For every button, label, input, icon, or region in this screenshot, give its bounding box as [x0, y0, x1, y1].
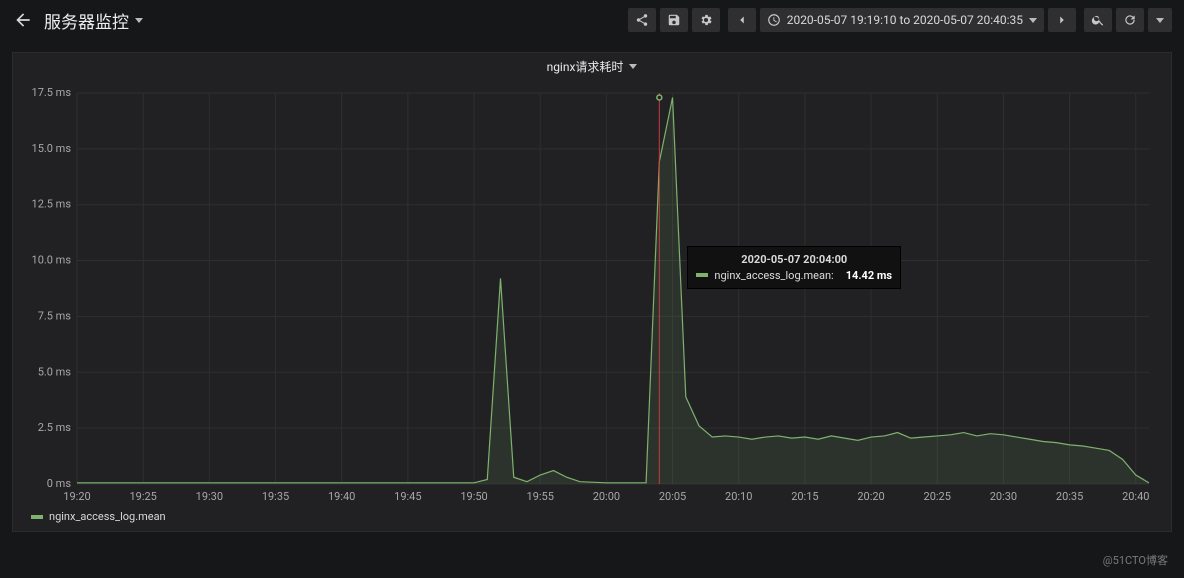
refresh-interval-menu[interactable] [1148, 8, 1172, 32]
legend-swatch [31, 515, 43, 519]
svg-text:20:15: 20:15 [791, 490, 818, 503]
svg-text:20:00: 20:00 [593, 490, 620, 503]
svg-text:0 ms: 0 ms [47, 477, 72, 490]
toolbar-group-actions [628, 8, 720, 32]
chart-panel: nginx请求耗时 0 ms 2.5 ms 5.0 ms 7.5 ms 10.0 ms 1… [12, 52, 1172, 532]
chevron-down-icon [135, 18, 143, 23]
svg-text:19:30: 19:30 [196, 490, 223, 503]
svg-text:12.5 ms: 12.5 ms [32, 198, 72, 211]
panel-title[interactable]: nginx请求耗时 [13, 53, 1171, 79]
settings-button[interactable] [692, 8, 720, 32]
top-navbar: 服务器监控 2020-05-07 19:19:10 to 2020-05-07 … [0, 0, 1184, 40]
save-button[interactable] [660, 8, 688, 32]
toolbar-group-time: 2020-05-07 19:19:10 to 2020-05-07 20:40:… [728, 8, 1076, 32]
time-range-picker[interactable]: 2020-05-07 19:19:10 to 2020-05-07 20:40:… [760, 8, 1044, 32]
chevron-down-icon [1156, 18, 1164, 23]
dashboard-title-text: 服务器监控 [44, 8, 129, 33]
line-chart: 0 ms 2.5 ms 5.0 ms 7.5 ms 10.0 ms 12.5 ms 15.0… [19, 85, 1159, 506]
svg-text:20:30: 20:30 [990, 490, 1017, 503]
svg-text:20:10: 20:10 [725, 490, 752, 503]
time-back-button[interactable] [728, 8, 756, 32]
svg-text:19:35: 19:35 [262, 490, 289, 503]
svg-text:20:35: 20:35 [1056, 490, 1083, 503]
zoom-out-button[interactable] [1084, 8, 1112, 32]
chevron-down-icon [1029, 18, 1037, 23]
svg-text:20:25: 20:25 [924, 490, 951, 503]
svg-text:17.5 ms: 17.5 ms [32, 86, 72, 99]
svg-text:2.5 ms: 2.5 ms [38, 421, 72, 434]
clock-icon [767, 13, 781, 27]
svg-text:19:25: 19:25 [129, 490, 156, 503]
svg-text:20:40: 20:40 [1122, 490, 1149, 503]
svg-text:7.5 ms: 7.5 ms [38, 309, 72, 322]
svg-text:19:40: 19:40 [328, 490, 355, 503]
chart-area[interactable]: 0 ms 2.5 ms 5.0 ms 7.5 ms 10.0 ms 12.5 ms 15.0… [13, 79, 1171, 506]
refresh-button[interactable] [1116, 8, 1144, 32]
time-forward-button[interactable] [1048, 8, 1076, 32]
chart-legend[interactable]: nginx_access_log.mean [13, 506, 1171, 531]
svg-text:15.0 ms: 15.0 ms [32, 142, 72, 155]
watermark: @51CTO博客 [1103, 552, 1168, 568]
dashboard-title[interactable]: 服务器监控 [44, 8, 143, 33]
svg-text:20:20: 20:20 [857, 490, 884, 503]
panel-title-text: nginx请求耗时 [547, 58, 624, 75]
toolbar-group-view [1084, 8, 1172, 32]
time-range-label: 2020-05-07 19:19:10 to 2020-05-07 20:40:… [787, 13, 1023, 27]
svg-text:20:05: 20:05 [659, 490, 686, 503]
svg-text:19:45: 19:45 [394, 490, 421, 503]
legend-series-name: nginx_access_log.mean [49, 510, 166, 523]
share-button[interactable] [628, 8, 656, 32]
svg-text:19:20: 19:20 [63, 490, 90, 503]
svg-text:10.0 ms: 10.0 ms [32, 254, 72, 267]
chevron-down-icon [629, 64, 637, 69]
back-button[interactable] [12, 9, 34, 31]
svg-text:19:50: 19:50 [460, 490, 487, 503]
svg-text:5.0 ms: 5.0 ms [38, 365, 72, 378]
svg-text:19:55: 19:55 [527, 490, 554, 503]
